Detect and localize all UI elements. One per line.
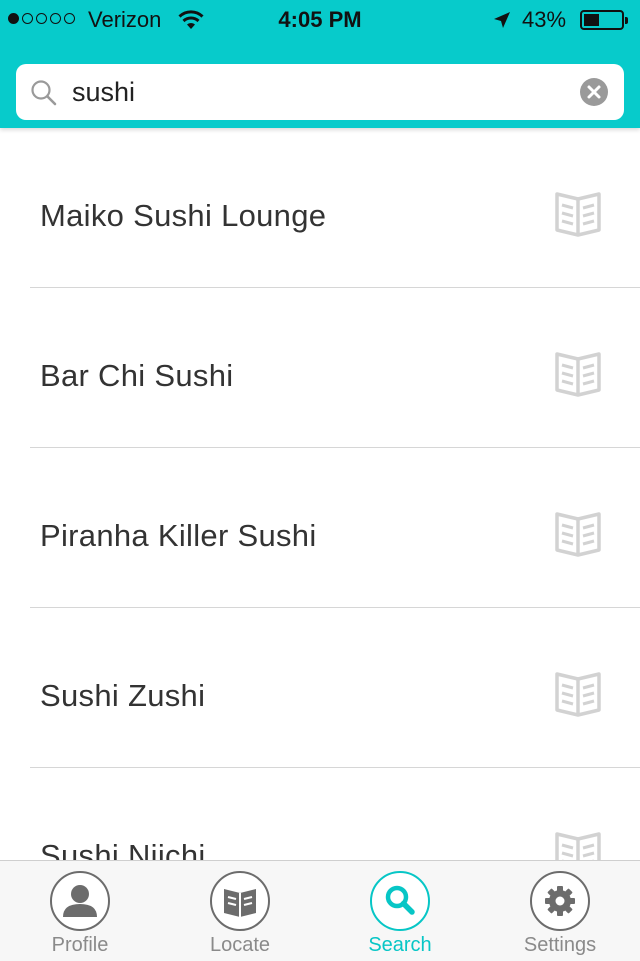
search-input[interactable]: sushi <box>72 64 135 120</box>
gear-icon <box>530 871 590 931</box>
person-icon <box>50 871 110 931</box>
close-icon <box>587 85 601 99</box>
tab-settings[interactable]: Settings <box>480 861 640 961</box>
menu-book-icon[interactable] <box>553 188 603 243</box>
restaurant-name: Sushi Zushi <box>40 678 206 713</box>
menu-book-icon[interactable] <box>553 508 603 563</box>
tab-profile[interactable]: Profile <box>0 861 160 961</box>
battery-icon <box>580 10 628 30</box>
tab-locate[interactable]: Locate <box>160 861 320 961</box>
search-icon <box>370 871 430 931</box>
list-item[interactable]: Maiko Sushi Lounge <box>0 128 640 288</box>
clear-search-button[interactable] <box>580 78 608 106</box>
restaurant-name: Maiko Sushi Lounge <box>40 198 327 233</box>
restaurant-name: Bar Chi Sushi <box>40 358 234 393</box>
tab-label: Search <box>368 934 432 956</box>
book-icon <box>210 871 270 931</box>
tab-label: Locate <box>209 934 271 956</box>
list-item[interactable]: Piranha Killer Sushi <box>0 448 640 608</box>
search-bar[interactable]: sushi <box>16 64 624 120</box>
tab-label: Settings <box>523 934 597 956</box>
status-bar: Verizon 4:05 PM 43% <box>0 0 640 40</box>
restaurant-name: Piranha Killer Sushi <box>40 518 317 553</box>
menu-book-icon[interactable] <box>553 348 603 403</box>
battery-percent: 43% <box>522 7 567 32</box>
location-arrow-icon <box>492 10 512 36</box>
list-item[interactable]: Bar Chi Sushi <box>0 288 640 448</box>
app-header: Verizon 4:05 PM 43% sushi <box>0 0 640 128</box>
search-icon <box>30 79 58 112</box>
menu-book-icon[interactable] <box>553 668 603 723</box>
tab-label: Profile <box>51 934 109 956</box>
list-item[interactable]: Sushi Zushi <box>0 608 640 768</box>
results-list: Maiko Sushi Lounge Bar Chi Sushi Piranha… <box>0 128 640 928</box>
tab-bar: Profile Locate Search Settings <box>0 860 640 961</box>
tab-search[interactable]: Search <box>320 861 480 961</box>
